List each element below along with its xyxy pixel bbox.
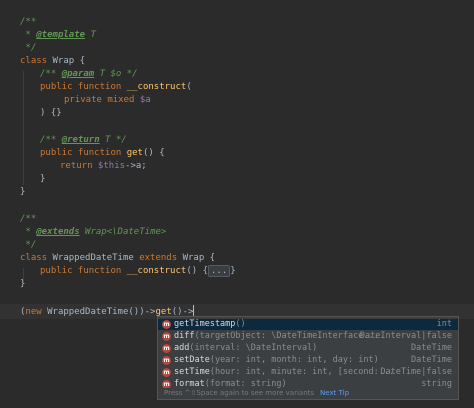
code-line: * @template T [20, 30, 96, 40]
completion-footer: Press ^⇧Space again to see more variants… [158, 388, 458, 399]
next-tip-link[interactable]: Next Tip [320, 389, 349, 397]
code-line: public function get() { [40, 148, 165, 158]
folded-code-block[interactable]: ... [208, 265, 231, 277]
code-line: /** [20, 17, 37, 27]
code-line: class WrappedDateTime extends Wrap { [20, 253, 216, 263]
completion-popup[interactable]: m getTimestamp() int m diff(targetObject… [157, 316, 459, 400]
completion-item[interactable]: m setDate(year: int, month: int, day: in… [158, 355, 458, 366]
completion-item[interactable]: m diff(targetObject: \DateTimeInterface.… [158, 331, 458, 342]
completion-item[interactable]: m getTimestamp() int [158, 319, 458, 330]
code-line: * @extends Wrap<\DateTime> [20, 227, 167, 237]
code-line: /** @return T */ [40, 135, 127, 145]
code-line: public function __construct( [40, 82, 192, 92]
text-caret [193, 305, 195, 316]
code-line: public function __construct() {...} [40, 265, 236, 277]
code-line: ) {} [40, 108, 62, 118]
code-line: } [20, 279, 26, 289]
code-line: class Wrap { [20, 56, 86, 66]
method-icon: m [162, 344, 171, 353]
code-line: */ [20, 240, 37, 250]
code-line: /** [20, 214, 37, 224]
indent-guide [23, 71, 24, 185]
code-line: } [40, 174, 46, 184]
code-line: /** @param T $o */ [40, 69, 138, 79]
method-icon: m [162, 368, 171, 377]
completion-item[interactable]: m setTime(hour: int, minute: int, [secon… [158, 367, 458, 378]
completion-item[interactable]: m add(interval: \DateInterval) DateTime [158, 343, 458, 354]
code-line: } [20, 187, 26, 197]
method-icon: m [162, 332, 171, 341]
code-line: return $this->a; [60, 161, 147, 171]
code-line: private mixed $a [64, 95, 151, 105]
code-line: */ [20, 43, 37, 53]
method-icon: m [162, 356, 171, 365]
method-icon: m [162, 320, 171, 329]
